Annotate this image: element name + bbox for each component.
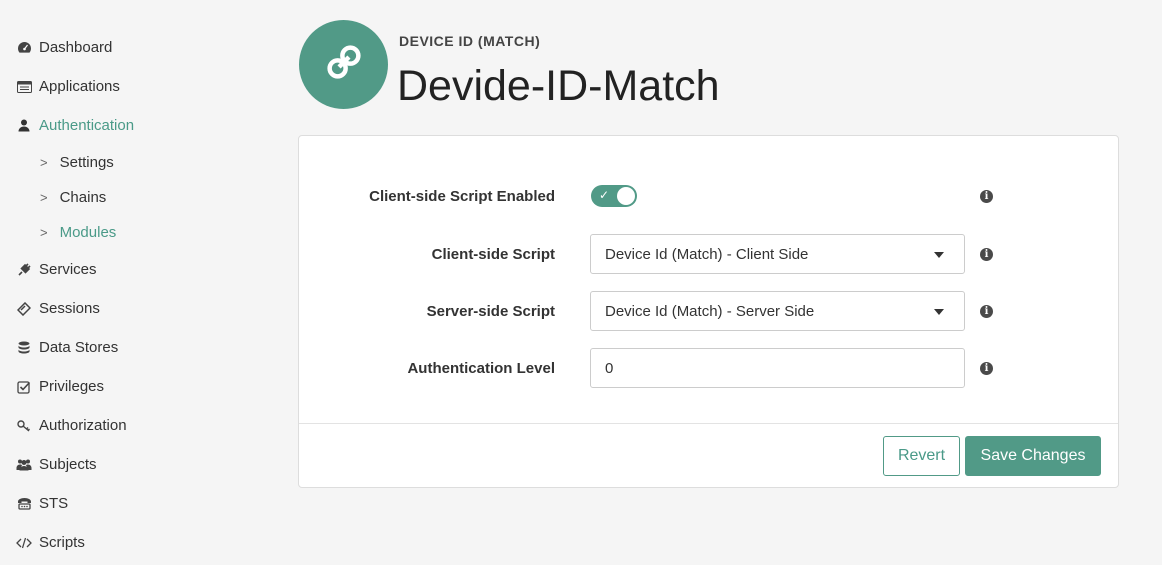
check-square-icon xyxy=(16,379,32,395)
sidebar-item-sessions[interactable]: Sessions xyxy=(0,289,280,328)
auth-level-row: Authentication Level i xyxy=(299,348,1118,388)
sidebar-subitem-label: Modules xyxy=(59,224,117,241)
info-icon[interactable]: i xyxy=(980,189,993,203)
server-script-label: Server-side Script xyxy=(426,302,555,320)
chevron-right-icon: > xyxy=(40,155,48,170)
sidebar-item-label: Subjects xyxy=(39,456,97,473)
chevron-right-icon: > xyxy=(40,225,48,240)
sidebar-subitem-label: Settings xyxy=(59,154,114,171)
sidebar-item-label: Services xyxy=(39,261,97,278)
client-script-label: Client-side Script xyxy=(431,245,555,263)
database-icon xyxy=(16,340,32,356)
server-script-value: Device Id (Match) - Server Side xyxy=(605,302,815,320)
sts-icon xyxy=(16,496,32,512)
info-icon[interactable]: i xyxy=(980,247,993,261)
sidebar-subitem-settings[interactable]: > Settings xyxy=(0,145,280,180)
sidebar-subitem-modules[interactable]: > Modules xyxy=(0,215,280,250)
sidebar-item-services[interactable]: Services xyxy=(0,250,280,289)
toggle-knob xyxy=(617,187,635,205)
sidebar-subitem-chains[interactable]: > Chains xyxy=(0,180,280,215)
sidebar-item-scripts[interactable]: Scripts xyxy=(0,523,280,562)
applications-icon xyxy=(16,79,32,95)
module-settings-panel: Client-side Script Enabled ✓ i Client-si… xyxy=(298,135,1119,488)
client-script-select[interactable]: Device Id (Match) - Client Side xyxy=(590,234,965,274)
sidebar-item-label: Sessions xyxy=(39,300,100,317)
info-icon[interactable]: i xyxy=(980,304,993,318)
chevron-right-icon: > xyxy=(40,190,48,205)
server-script-select[interactable]: Device Id (Match) - Server Side xyxy=(590,291,965,331)
server-script-row: Server-side Script Device Id (Match) - S… xyxy=(299,291,1118,331)
sidebar-item-applications[interactable]: Applications xyxy=(0,67,280,106)
module-type-label: DEVICE ID (MATCH) xyxy=(399,33,541,49)
client-script-enabled-row: Client-side Script Enabled ✓ i xyxy=(299,176,1118,216)
sidebar-item-label: Authentication xyxy=(39,117,135,134)
sidebar-item-subjects[interactable]: Subjects xyxy=(0,445,280,484)
sidebar-item-label: Authorization xyxy=(39,417,127,434)
ticket-icon xyxy=(16,301,32,317)
sidebar-item-privileges[interactable]: Privileges xyxy=(0,367,280,406)
sidebar-item-label: Scripts xyxy=(39,534,85,551)
info-icon[interactable]: i xyxy=(980,361,993,375)
sidebar-item-dashboard[interactable]: Dashboard xyxy=(0,28,280,67)
users-icon xyxy=(16,457,32,473)
panel-divider xyxy=(299,423,1118,424)
sidebar-item-label: Dashboard xyxy=(39,39,113,56)
key-icon xyxy=(16,418,32,434)
sidebar-item-data-stores[interactable]: Data Stores xyxy=(0,328,280,367)
revert-button[interactable]: Revert xyxy=(883,436,960,476)
sidebar-item-label: Applications xyxy=(39,78,120,95)
client-script-enabled-label: Client-side Script Enabled xyxy=(369,187,555,205)
sidebar-item-authorization[interactable]: Authorization xyxy=(0,406,280,445)
sidebar-subitem-label: Chains xyxy=(59,189,107,206)
auth-level-label: Authentication Level xyxy=(407,359,555,377)
module-avatar xyxy=(299,20,388,109)
caret-down-icon xyxy=(934,309,944,315)
client-script-row: Client-side Script Device Id (Match) - C… xyxy=(299,234,1118,274)
client-script-enabled-toggle[interactable]: ✓ xyxy=(591,185,637,207)
page-title: Devide-ID-Match xyxy=(397,62,720,110)
caret-down-icon xyxy=(934,252,944,258)
user-icon xyxy=(16,118,32,134)
dashboard-icon xyxy=(16,40,32,56)
plug-icon xyxy=(16,262,32,278)
client-script-value: Device Id (Match) - Client Side xyxy=(605,245,809,263)
code-icon xyxy=(16,535,32,551)
link-icon xyxy=(323,41,365,88)
save-changes-button[interactable]: Save Changes xyxy=(965,436,1101,476)
sidebar-item-label: STS xyxy=(39,495,69,512)
sidebar-item-authentication[interactable]: Authentication xyxy=(0,106,280,145)
sidebar: Dashboard Applications Authentication > … xyxy=(0,0,280,565)
sidebar-item-label: Data Stores xyxy=(39,339,119,356)
auth-level-input[interactable] xyxy=(590,348,965,388)
check-icon: ✓ xyxy=(599,188,610,202)
sidebar-item-sts[interactable]: STS xyxy=(0,484,280,523)
sidebar-item-label: Privileges xyxy=(39,378,105,395)
